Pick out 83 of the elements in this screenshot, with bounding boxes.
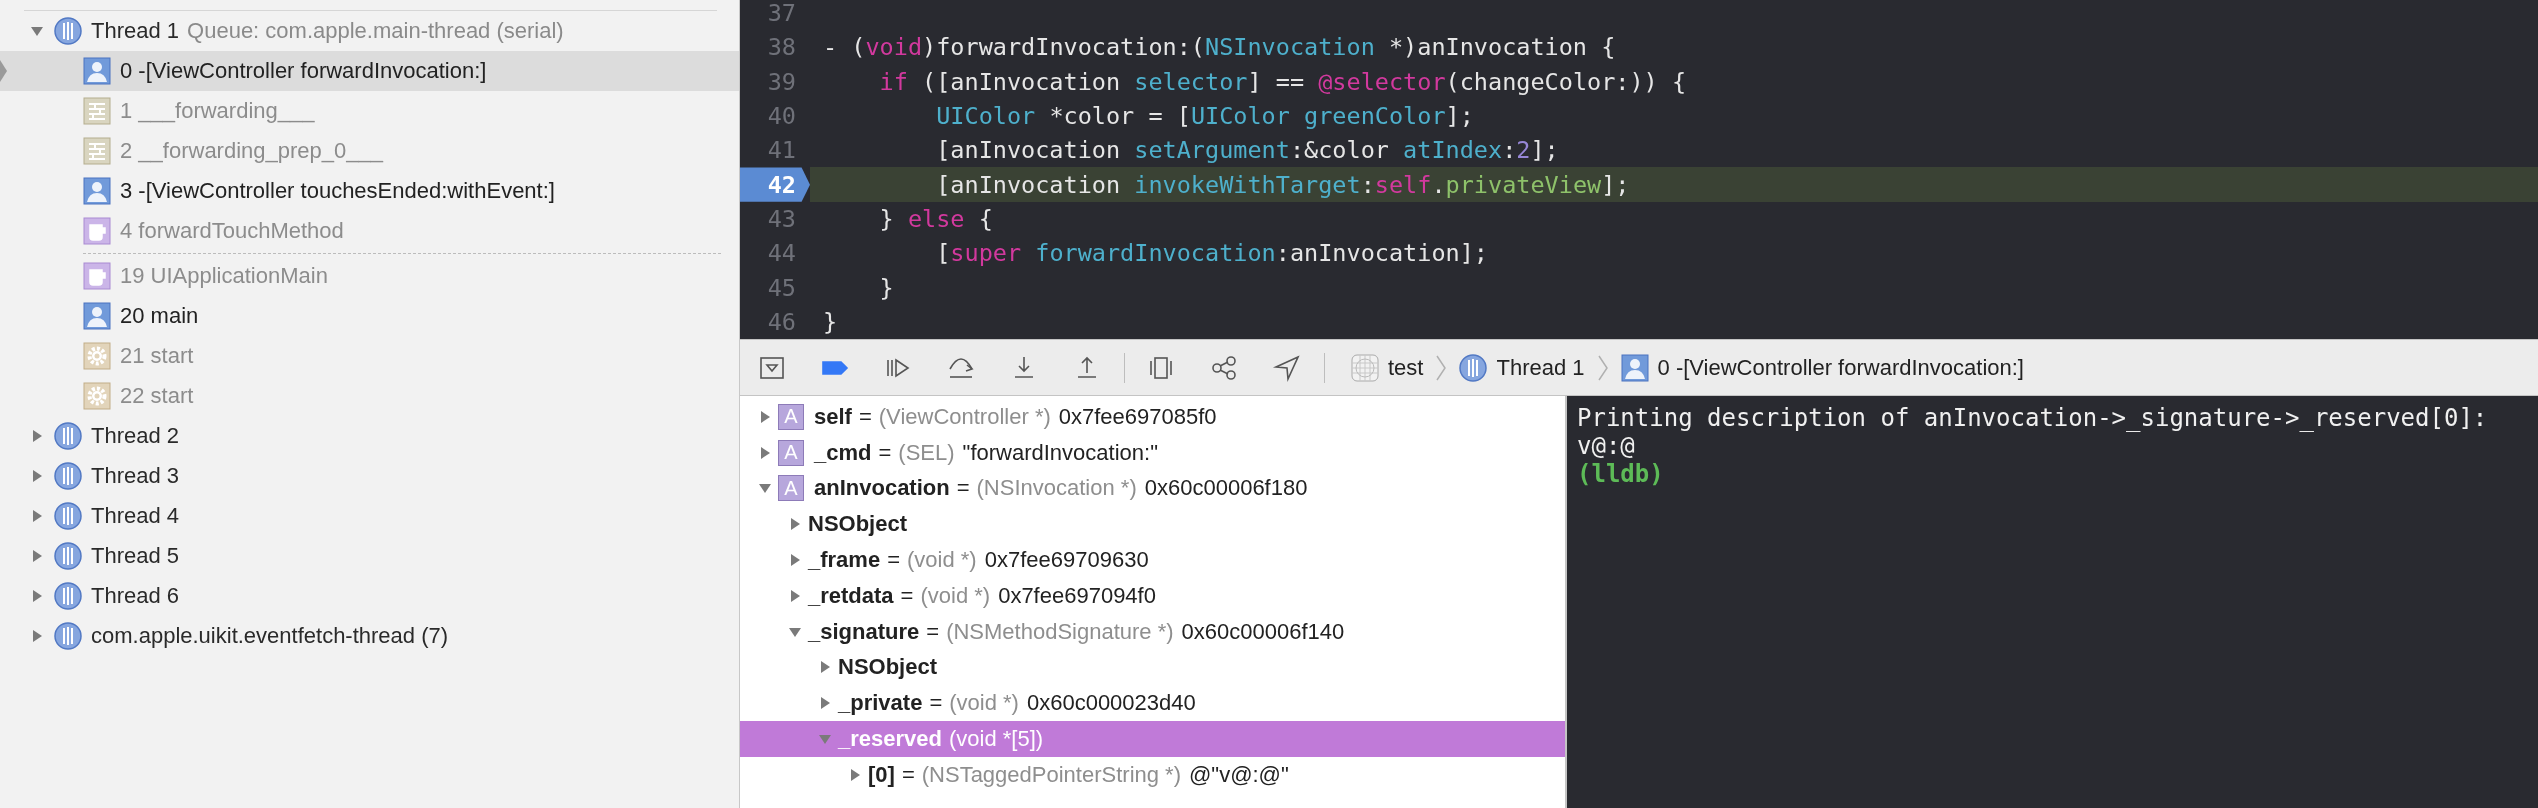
variable-type-icon: A: [778, 403, 804, 430]
variable-row[interactable]: A self = (ViewController *) 0x7fee697085f0: [740, 399, 1565, 435]
thread-name[interactable]: com.apple.uikit.eventfetch-thread (7): [91, 623, 449, 649]
thread-icon: [54, 422, 82, 450]
cup-icon: [83, 262, 111, 290]
variable-row[interactable]: NSObject: [740, 649, 1565, 686]
breadcrumb-item[interactable]: Thread 1: [1459, 353, 1585, 382]
grid-icon: [83, 137, 111, 165]
stack-frame[interactable]: 3 -[ViewController touchesEnded:withEvent:]: [0, 171, 739, 211]
thread-name[interactable]: Thread 6: [91, 583, 180, 609]
thread-name[interactable]: Thread 1: [91, 18, 180, 44]
code-line: [anInvocation setArgument:&color atIndex:2];: [935, 135, 1560, 167]
disclosure-triangle-icon[interactable]: [30, 469, 44, 483]
variable-row[interactable]: A _cmd = (SEL) "forwardInvocation:": [740, 434, 1565, 471]
disclosure-triangle-icon[interactable]: [30, 549, 44, 563]
gear-icon: [83, 382, 111, 410]
disclosure-triangle-icon[interactable]: [30, 509, 44, 523]
variable-type-icon: A: [778, 439, 804, 466]
disclosure-triangle-icon[interactable]: [788, 517, 802, 532]
variable-row[interactable]: _retdata = (void *) 0x7fee697094f0: [740, 578, 1565, 614]
disclosure-triangle-icon[interactable]: [848, 767, 862, 782]
variable-row[interactable]: NSObject: [740, 506, 1565, 543]
cup-icon: [83, 217, 111, 245]
stack-frame[interactable]: 20 main: [0, 296, 739, 336]
thread-icon: [54, 582, 82, 610]
breadcrumb-item[interactable]: 0 -[ViewController forwardInvocation:]: [1620, 353, 2024, 382]
line-number: 46: [766, 306, 797, 338]
code-line: } else {: [878, 203, 994, 235]
gear-icon: [83, 342, 111, 370]
thread-icon: [54, 622, 82, 650]
disclosure-triangle-icon[interactable]: [30, 629, 44, 643]
grid-icon: [83, 97, 111, 125]
line-number: 44: [766, 238, 797, 270]
line-number: 40: [766, 101, 797, 133]
code-line: }: [822, 306, 839, 338]
thread-icon: [54, 502, 82, 530]
person-icon: [83, 57, 111, 85]
person-icon: [83, 177, 111, 205]
disclosure-triangle-icon[interactable]: [30, 24, 44, 38]
line-number: 38: [766, 32, 797, 64]
code-line: }: [878, 272, 895, 304]
console-output: Printing description of anInvocation->_signature->_reserved[0]:: [1577, 404, 2489, 432]
line-number: 37: [766, 0, 797, 30]
variable-row[interactable]: _private = (void *) 0x60c000023d40: [740, 685, 1565, 722]
code-line: UIColor *color = [UIColor greenColor];: [935, 101, 1475, 133]
disclosure-triangle-icon[interactable]: [30, 589, 44, 603]
variable-row[interactable]: [0] = (NSTaggedPointerString *) @"v@:@": [740, 756, 1565, 793]
line-number: 45: [766, 272, 797, 304]
variable-row[interactable]: A anInvocation = (NSInvocation *) 0x60c00006f180: [740, 470, 1565, 507]
thread-icon: [54, 17, 82, 45]
disclosure-triangle-icon[interactable]: [788, 588, 802, 603]
breadcrumb-item[interactable]: test: [1351, 353, 1424, 382]
code-line: if ([anInvocation selector] == @selector(changeColor:)) {: [878, 66, 1688, 98]
console-prompt: (lldb): [1577, 460, 1665, 488]
code-line: [super forwardInvocation:anInvocation];: [935, 238, 1489, 270]
stack-frame[interactable]: 0 -[ViewController forwardInvocation:]: [0, 51, 739, 91]
line-number: 39: [766, 66, 797, 98]
current-frame-marker-icon: [0, 60, 8, 82]
disclosure-triangle-icon[interactable]: [818, 696, 832, 711]
variable-type-icon: A: [778, 475, 804, 502]
console-output: v@:@: [1577, 432, 1636, 460]
thread-name[interactable]: Thread 4: [91, 503, 180, 529]
person-icon: [1620, 353, 1649, 382]
app-grid-icon: [1351, 353, 1379, 382]
thread-name[interactable]: Thread 3: [91, 463, 180, 489]
variable-row[interactable]: _signature = (NSMethodSignature *) 0x60c00006f140: [740, 613, 1565, 650]
thread-name[interactable]: Thread 2: [91, 423, 180, 449]
thread-icon: [54, 542, 82, 570]
variable-row[interactable]: _frame = (void *) 0x7fee69709630: [740, 542, 1565, 578]
line-number: 41: [766, 135, 797, 167]
queue-label: Queue: com.apple.main-thread (serial): [187, 18, 564, 44]
code-line: - (void)forwardInvocation:(NSInvocation *)anInvocation {: [822, 32, 1617, 64]
disclosure-triangle-icon[interactable]: [30, 429, 44, 443]
person-icon: [83, 302, 111, 330]
disclosure-triangle-icon[interactable]: [758, 409, 772, 424]
thread-name[interactable]: Thread 5: [91, 543, 180, 569]
line-number: 43: [766, 203, 797, 235]
disclosure-triangle-icon[interactable]: [758, 445, 772, 460]
location-arrow-icon: [1272, 352, 1302, 383]
thread-icon: [54, 462, 82, 490]
disclosure-triangle-icon[interactable]: [788, 553, 802, 568]
disclosure-triangle-icon[interactable]: [818, 660, 832, 675]
thread-icon: [1459, 353, 1488, 382]
